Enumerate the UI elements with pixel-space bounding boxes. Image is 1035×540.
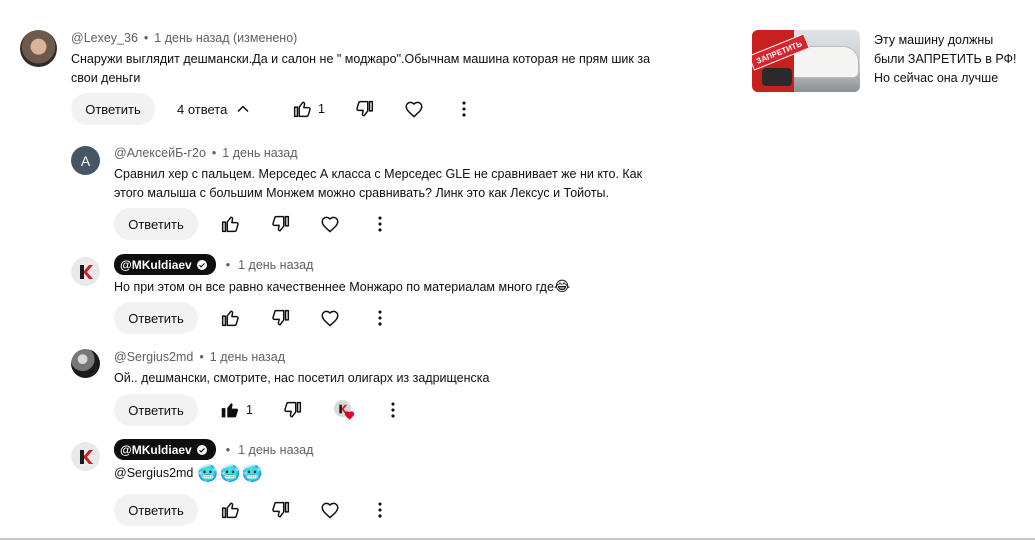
heart-button[interactable] [319,499,341,521]
sidebar-video-title[interactable]: Эту машину должны были ЗАПРЕТИТЬ в РФ! Н… [874,31,1024,88]
author-name: @MKuldiaev [120,257,192,272]
comment-meta: @Lexey_36 • 1 день назад (изменено) [71,31,298,45]
reply-meta: @Sergius2md • 1 день назад [114,350,286,364]
thumbs-down-icon [356,100,374,117]
more-vertical-icon [391,402,395,418]
heart-icon [321,502,339,519]
more-actions-button[interactable] [369,213,391,235]
comment-time[interactable]: 1 день назад [238,258,313,272]
thumbs-down-icon [272,215,290,232]
comment-time[interactable]: 1 день назад [222,146,297,160]
thumbs-down-icon [272,501,290,518]
author-name[interactable]: @Lexey_36 [71,31,138,45]
heart-button[interactable] [319,307,341,329]
reply-button[interactable]: Ответить [114,494,198,526]
like-count: 1 [318,102,325,116]
more-actions-button[interactable] [369,307,391,329]
like-button-active[interactable] [219,399,241,421]
comment-text: Снаружи выглядит дешмански.Да и салон не… [71,52,651,85]
dislike-button[interactable] [270,213,292,235]
like-button[interactable] [219,307,241,329]
laughing-emoji: 😂 [553,278,571,294]
more-actions-button[interactable] [382,399,404,421]
verified-check-icon [196,259,207,270]
comment-time[interactable]: 1 день назад (изменено) [154,31,297,45]
channel-owner-badge[interactable]: @MKuldiaev [114,254,216,275]
more-vertical-icon [462,101,466,117]
like-count: 1 [246,403,253,417]
reply-meta: @MKuldiaev • 1 день назад [114,254,313,275]
dislike-button[interactable] [282,399,304,421]
creator-heart-icon [334,400,356,422]
avatar-alexey[interactable]: А [71,146,100,175]
reply-text: Но при этом он все равно качественнее Мо… [114,280,554,294]
comment-time[interactable]: 1 день назад [210,350,285,364]
like-button[interactable] [219,499,241,521]
replies-toggle-button[interactable]: 4 ответа [163,93,267,125]
thumbs-up-filled-icon [221,403,239,418]
more-vertical-icon [378,502,382,518]
thumbs-up-icon [293,101,311,118]
reply-text-line: @Sergius2md 🥶🥶🥶 [114,464,264,483]
reply-meta: @MKuldiaev • 1 день назад [114,439,313,460]
author-name: @MKuldiaev [120,442,192,457]
comment-time[interactable]: 1 день назад [238,443,313,457]
avatar-mkuldiaev[interactable] [71,257,100,286]
heart-icon [321,310,339,327]
more-vertical-icon [378,310,382,326]
thumbs-down-icon [272,309,290,326]
person-figure [762,68,792,86]
thumbs-up-icon [221,502,239,519]
channel-owner-badge[interactable]: @MKuldiaev [114,439,216,460]
k-logo-icon [79,264,93,279]
avatar-letter: А [80,152,91,169]
creator-heart-button[interactable] [334,400,356,422]
author-name[interactable]: @Sergius2md [114,350,193,364]
more-actions-button[interactable] [453,98,475,120]
thumbs-up-icon [221,310,239,327]
k-logo-icon [79,449,93,464]
mention-link[interactable]: @Sergius2md [114,464,193,483]
heart-button[interactable] [403,98,425,120]
like-button[interactable] [219,213,241,235]
reply-button[interactable]: Ответить [71,93,155,125]
avatar-mkuldiaev[interactable] [71,442,100,471]
avatar-lexey[interactable] [20,30,57,67]
reply-button[interactable]: Ответить [114,302,198,334]
heart-button[interactable] [319,213,341,235]
reply-button[interactable]: Ответить [114,394,198,426]
thumbs-down-icon [284,401,302,418]
heart-icon [405,101,423,118]
like-button[interactable] [291,98,313,120]
avatar-sergius[interactable] [71,349,100,378]
sidebar-video-thumbnail[interactable]: ЗАПРЕТИТЬ [752,30,860,92]
heart-icon [321,216,339,233]
dislike-button[interactable] [354,98,376,120]
reply-text: Ой.. дешмански, смотрите, нас посетил ол… [114,371,490,385]
reply-meta: @АлексейБ-г2о • 1 день назад [114,146,298,160]
chevron-up-icon [237,105,249,113]
reply-button[interactable]: Ответить [114,208,198,240]
reply-text-line: Но при этом он все равно качественнее Мо… [114,277,570,297]
replies-count: 4 ответа [177,101,228,117]
thumbs-up-icon [221,216,239,233]
cold-face-emojis: 🥶🥶🥶 [197,464,264,483]
reply-text: Сравнил хер с пальцем. Мерседес А класса… [114,167,643,200]
verified-check-icon [196,444,207,455]
more-actions-button[interactable] [369,499,391,521]
more-vertical-icon [378,216,382,232]
dislike-button[interactable] [270,499,292,521]
dislike-button[interactable] [270,307,292,329]
author-name[interactable]: @АлексейБ-г2о [114,146,206,160]
